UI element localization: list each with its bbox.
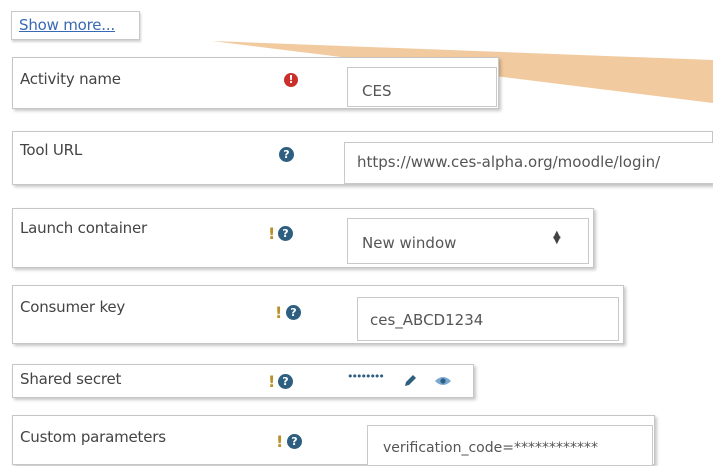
consumer-key-value: ces_ABCD1234 bbox=[370, 311, 484, 329]
help-icon[interactable]: ? bbox=[287, 434, 302, 449]
advanced-icon: ! bbox=[268, 372, 276, 391]
custom-parameters-input[interactable]: verification_code=************ bbox=[367, 425, 653, 466]
help-icon[interactable]: ? bbox=[278, 226, 293, 241]
shared-secret-row: Shared secret ! ? •••••••• bbox=[12, 364, 474, 398]
custom-parameters-row: Custom parameters ! ? verification_code=… bbox=[12, 415, 655, 466]
advanced-icon: ! bbox=[275, 303, 283, 322]
pencil-icon[interactable] bbox=[403, 374, 417, 388]
consumer-key-input[interactable]: ces_ABCD1234 bbox=[357, 297, 619, 341]
launch-container-select[interactable]: New window ▲ ▼ bbox=[347, 218, 589, 264]
tool-url-label: Tool URL bbox=[20, 141, 83, 159]
shared-secret-value: •••••••• bbox=[347, 370, 385, 383]
eye-icon[interactable] bbox=[434, 375, 452, 387]
advanced-icon: ! bbox=[276, 432, 284, 451]
activity-name-row: Activity name ! CES bbox=[12, 57, 499, 109]
custom-parameters-label: Custom parameters bbox=[20, 428, 166, 446]
activity-name-value: CES bbox=[362, 82, 392, 100]
select-arrows-icon: ▲ ▼ bbox=[553, 229, 561, 246]
help-icon[interactable]: ? bbox=[279, 147, 294, 162]
consumer-key-label: Consumer key bbox=[20, 298, 126, 316]
advanced-icon: ! bbox=[268, 224, 276, 243]
show-more-link-box[interactable]: Show more... bbox=[11, 11, 140, 40]
required-icon: ! bbox=[284, 73, 298, 87]
show-more-link[interactable]: Show more... bbox=[19, 16, 115, 34]
shared-secret-label: Shared secret bbox=[20, 370, 122, 388]
tool-url-input[interactable]: https://www.ces-alpha.org/moodle/login/ bbox=[344, 142, 713, 184]
help-icon[interactable]: ? bbox=[278, 374, 293, 389]
help-icon[interactable]: ? bbox=[286, 305, 301, 320]
consumer-key-row: Consumer key ! ? ces_ABCD1234 bbox=[12, 285, 624, 344]
tool-url-row: Tool URL ? https://www.ces-alpha.org/moo… bbox=[12, 131, 713, 185]
custom-parameters-value: verification_code=************ bbox=[383, 440, 598, 456]
launch-container-row: Launch container ! ? New window ▲ ▼ bbox=[12, 208, 594, 268]
tool-url-value: https://www.ces-alpha.org/moodle/login/ bbox=[357, 153, 661, 171]
launch-container-value: New window bbox=[362, 234, 457, 252]
activity-name-label: Activity name bbox=[20, 70, 121, 88]
launch-container-label: Launch container bbox=[20, 219, 147, 237]
activity-name-input[interactable]: CES bbox=[347, 67, 497, 107]
